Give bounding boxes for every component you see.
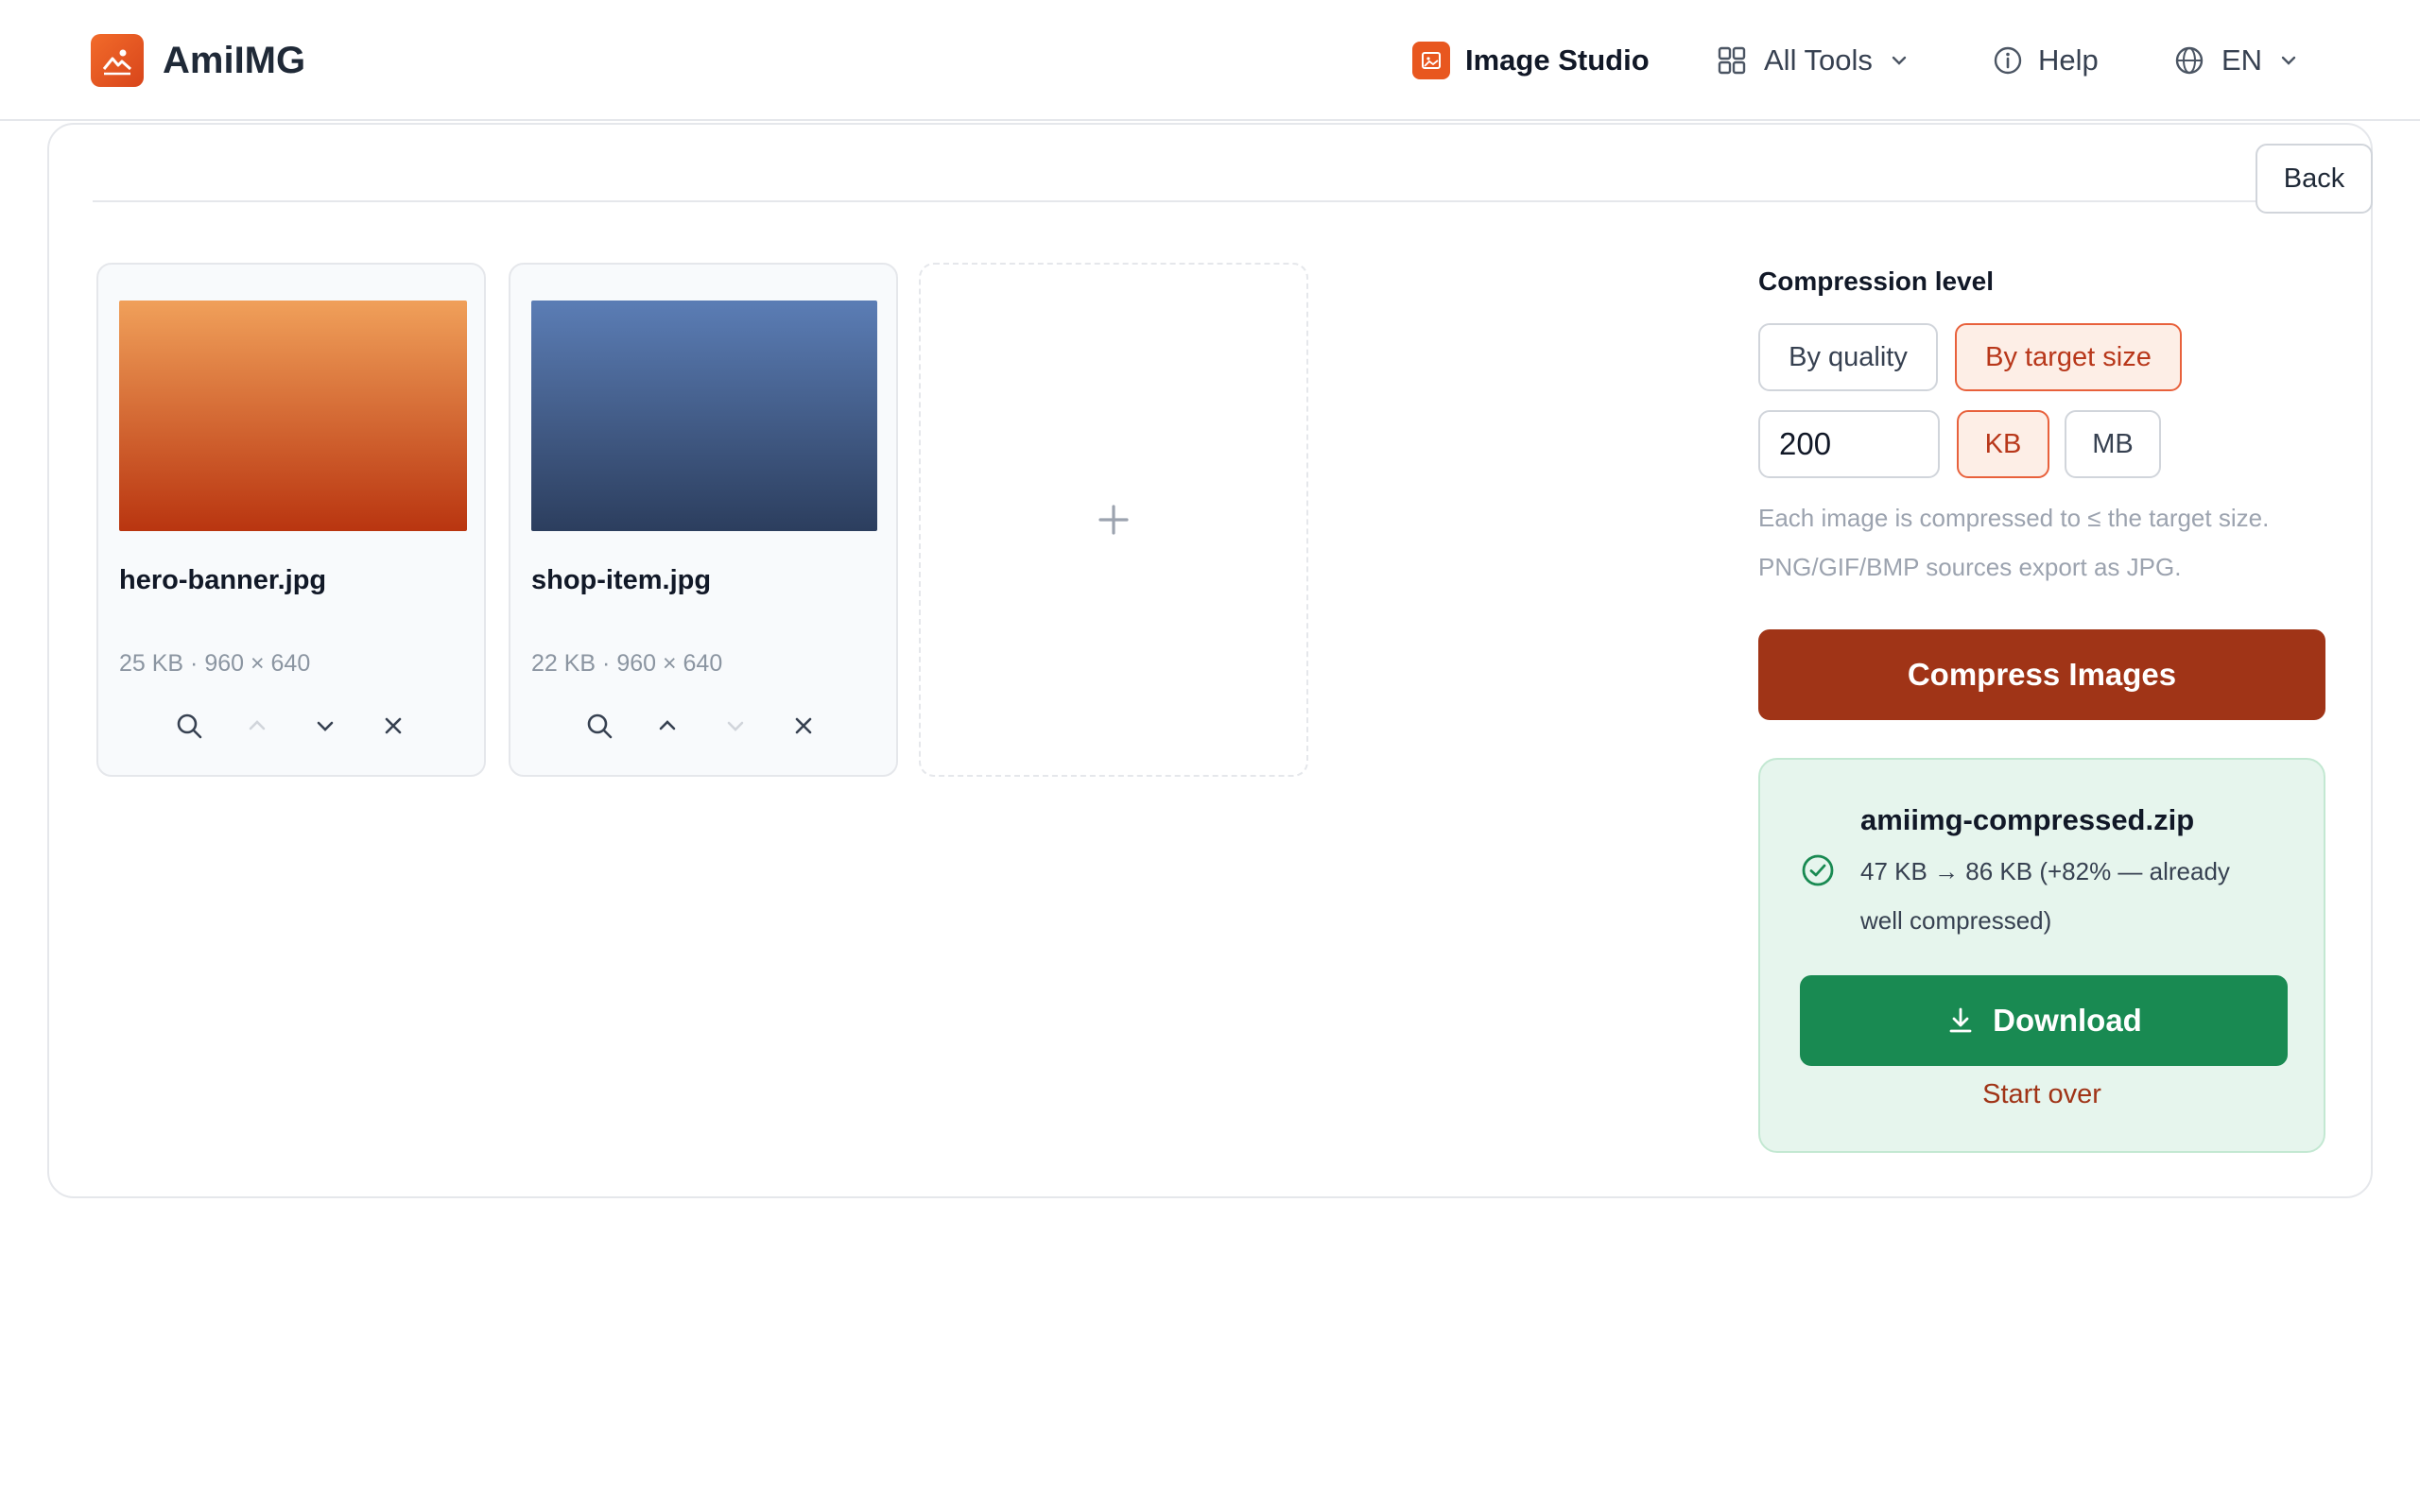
nav-help-label: Help: [2038, 43, 2099, 77]
hint-text: PNG/GIF/BMP sources export as JPG.: [1758, 553, 2182, 581]
grid-icon: [1718, 46, 1746, 75]
unit-kb[interactable]: KB: [1957, 410, 2049, 478]
file-name: hero-banner.jpg: [119, 565, 327, 595]
unit-mb[interactable]: MB: [2065, 410, 2161, 478]
nav-image-studio[interactable]: Image Studio: [1412, 38, 1650, 83]
back-button[interactable]: Back: [2256, 144, 2373, 214]
zoom-icon[interactable]: [172, 709, 206, 743]
image-preview: [531, 301, 877, 531]
file-meta: 22 KB · 960 × 640: [531, 650, 723, 677]
nav-help[interactable]: Help: [1993, 38, 2099, 83]
file-card: shop-item.jpg 22 KB · 960 × 640: [509, 263, 898, 777]
move-down-icon[interactable]: [718, 709, 752, 743]
plus-icon: [1098, 505, 1129, 535]
brand-name[interactable]: AmiIMG: [163, 38, 305, 83]
result-filename: amiimg-compressed.zip: [1860, 803, 2195, 836]
download-label: Download: [1993, 1003, 2142, 1038]
globe-icon: [2175, 46, 2204, 75]
brand-logo-icon[interactable]: [91, 34, 144, 87]
target-size-input[interactable]: [1758, 410, 1940, 478]
zoom-icon[interactable]: [582, 709, 616, 743]
nav-all-tools-label: All Tools: [1764, 43, 1873, 77]
start-over-link[interactable]: Start over: [1758, 1079, 2325, 1110]
compression-label: Compression level: [1758, 266, 1994, 296]
move-up-icon[interactable]: [650, 709, 684, 743]
mode-by-quality[interactable]: By quality: [1758, 323, 1938, 391]
add-image-tile[interactable]: [919, 263, 1308, 777]
remove-icon[interactable]: [376, 709, 410, 743]
move-down-icon[interactable]: [308, 709, 342, 743]
divider: [93, 200, 2257, 202]
image-studio-icon: [1412, 42, 1450, 79]
mode-by-target-size[interactable]: By target size: [1955, 323, 2182, 391]
chevron-down-icon: [1892, 56, 1907, 65]
file-name: shop-item.jpg: [531, 565, 712, 595]
download-icon: [1949, 1007, 1972, 1033]
result-stats: 47 KB → 86 KB (+82% — already well compr…: [1860, 857, 2230, 935]
file-meta: 25 KB · 960 × 640: [119, 650, 311, 677]
language-selector[interactable]: EN: [2174, 38, 2298, 83]
compress-images-button[interactable]: Compress Images: [1758, 629, 2325, 720]
file-card: hero-banner.jpg 25 KB · 960 × 640: [96, 263, 486, 777]
move-up-icon[interactable]: [240, 709, 274, 743]
download-button[interactable]: Download: [1800, 975, 2288, 1066]
chevron-down-icon: [2281, 56, 2296, 65]
hint-text: Each image is compressed to ≤ the target…: [1758, 504, 2270, 532]
remove-icon[interactable]: [786, 709, 821, 743]
nav-all-tools[interactable]: All Tools: [1717, 38, 1909, 83]
check-circle-icon: [1802, 854, 1834, 886]
info-icon: [1994, 46, 2022, 75]
language-label: EN: [2221, 43, 2263, 77]
image-preview: [119, 301, 467, 531]
nav-image-studio-label: Image Studio: [1465, 43, 1650, 77]
top-bar: AmiIMG Image Studio All Tools Help EN: [0, 0, 2420, 121]
